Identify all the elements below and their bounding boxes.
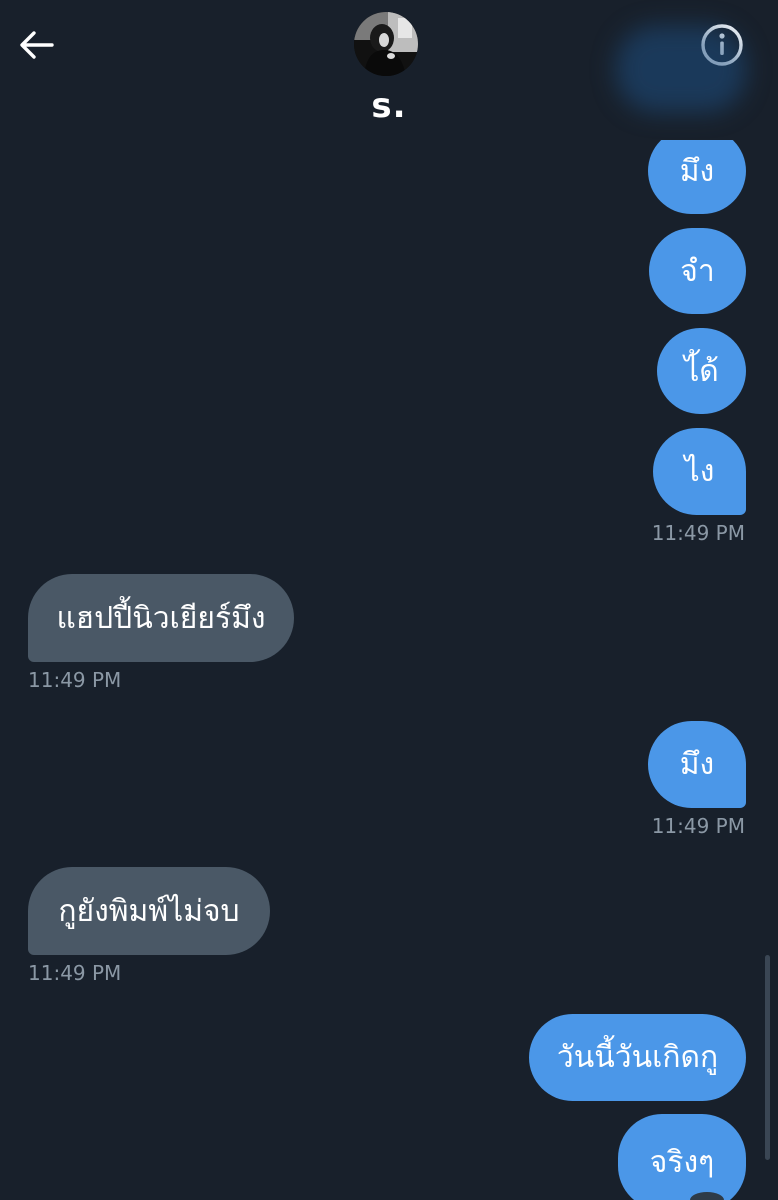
contact-avatar[interactable] xyxy=(354,12,418,76)
scrollbar[interactable] xyxy=(765,955,770,1160)
message-text: จริงๆ xyxy=(649,1144,715,1180)
message-timestamp: 11:49 PM xyxy=(651,521,745,545)
message-text: จำ xyxy=(680,253,715,289)
avatar-photo xyxy=(354,12,418,76)
message-timestamp: 11:49 PM xyxy=(28,668,122,692)
arrow-left-icon xyxy=(20,31,54,59)
message-text: มึง xyxy=(679,153,715,189)
message-bubble-sent[interactable]: จำ xyxy=(649,228,746,314)
message-text: วันนี้วันเกิดกู xyxy=(556,1040,719,1075)
blurred-overlay xyxy=(616,26,746,112)
message-text: แฮปปี้นิวเยียร์มึง xyxy=(56,600,266,636)
message-bubble-received[interactable]: กูยังพิมพ์ไม่จบ xyxy=(28,867,270,955)
message-timestamp: 11:49 PM xyxy=(651,814,745,838)
message-bubble-sent[interactable]: มึง xyxy=(648,721,746,808)
message-text: ไง xyxy=(684,454,715,489)
message-bubble-sent[interactable]: วันนี้วันเกิดกู xyxy=(529,1014,746,1101)
message-timestamp: 11:49 PM xyxy=(28,961,122,985)
message-text: มึง xyxy=(679,747,715,782)
message-bubble-sent[interactable]: จริงๆ xyxy=(618,1114,746,1200)
message-bubble-sent[interactable]: ไง xyxy=(653,428,746,515)
message-bubble-sent[interactable]: ไ้ด้ xyxy=(657,328,746,414)
dm-conversation-screen: s. มึง จำ ไ้ด้ ไง 11:49 PM แฮปปี้นิวเยีย… xyxy=(0,0,778,1200)
message-bubble-sent[interactable]: มึง xyxy=(648,128,746,214)
message-bubble-received[interactable]: แฮปปี้นิวเยียร์มึง xyxy=(28,574,294,662)
message-text: ไ้ด้ xyxy=(684,353,719,389)
conversation-header: s. xyxy=(0,0,778,140)
back-button[interactable] xyxy=(14,24,58,68)
message-text: กูยังพิมพ์ไม่จบ xyxy=(58,893,240,929)
